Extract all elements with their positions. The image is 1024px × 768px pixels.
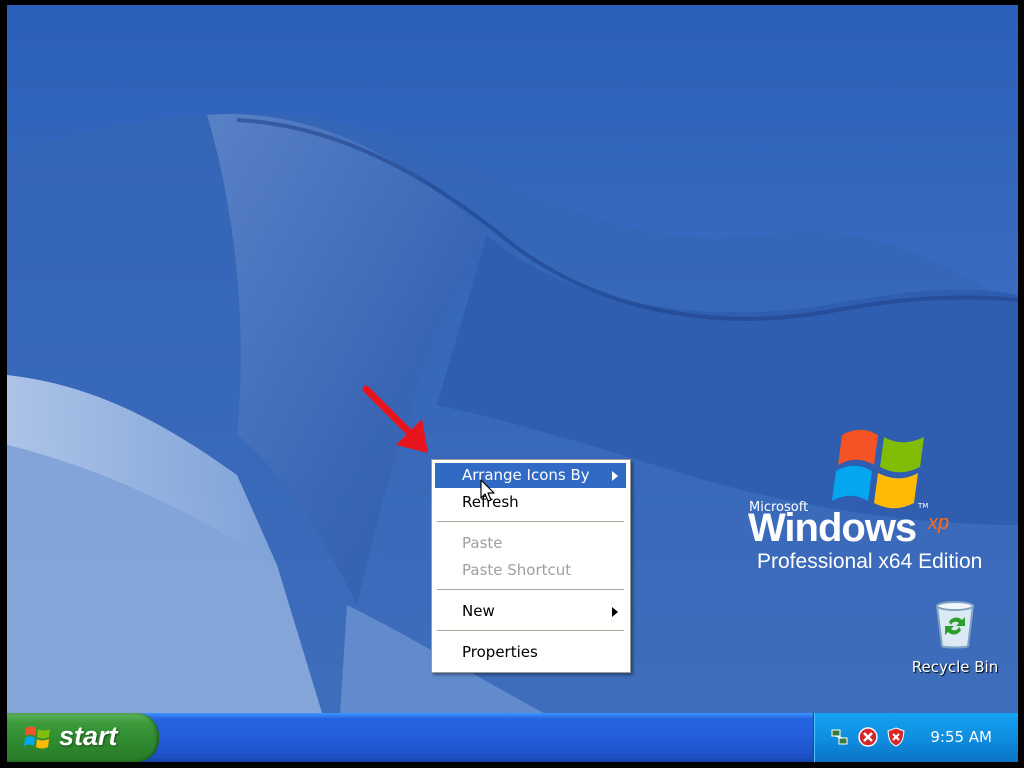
recycle-bin-icon bbox=[935, 601, 975, 649]
menu-item-label: Paste bbox=[462, 534, 503, 552]
menu-item-new[interactable]: New bbox=[435, 599, 626, 624]
security-center-shield-icon[interactable] bbox=[886, 727, 906, 747]
windows-flag-logo-icon bbox=[832, 429, 924, 509]
start-button[interactable]: start bbox=[7, 713, 159, 762]
desktop[interactable]: Microsoft Windows TM xp Professional x64… bbox=[7, 5, 1018, 762]
menu-item-properties[interactable]: Properties bbox=[435, 640, 626, 665]
clock[interactable]: 9:55 AM bbox=[930, 728, 992, 746]
logo-edition: Professional x64 Edition bbox=[757, 550, 983, 573]
annotation-arrow-icon bbox=[362, 385, 428, 453]
logo-version: xp bbox=[928, 512, 950, 534]
mouse-pointer-icon bbox=[480, 479, 495, 502]
menu-separator bbox=[437, 589, 624, 590]
desktop-context-menu: Arrange Icons By Refresh Paste Paste Sho… bbox=[431, 459, 631, 673]
menu-item-label: New bbox=[462, 602, 495, 620]
recycle-bin-desktop-icon[interactable]: Recycle Bin bbox=[907, 600, 1003, 676]
recycle-bin-label: Recycle Bin bbox=[911, 658, 999, 676]
security-alert-icon[interactable] bbox=[858, 727, 878, 747]
logo-product: Windows bbox=[748, 506, 917, 550]
windows-flag-icon bbox=[24, 726, 50, 749]
logo-trademark: TM bbox=[918, 502, 929, 510]
menu-item-label: Paste Shortcut bbox=[462, 561, 572, 579]
menu-item-arrange-icons-by[interactable]: Arrange Icons By bbox=[435, 463, 626, 488]
menu-item-paste[interactable]: Paste bbox=[435, 531, 626, 556]
menu-separator bbox=[437, 630, 624, 631]
menu-separator bbox=[437, 521, 624, 522]
taskbar: start 9:55 AM bbox=[7, 713, 1018, 762]
system-tray: 9:55 AM bbox=[813, 713, 1018, 762]
menu-item-refresh[interactable]: Refresh bbox=[435, 490, 626, 515]
menu-item-paste-shortcut[interactable]: Paste Shortcut bbox=[435, 558, 626, 583]
network-icon[interactable] bbox=[830, 727, 850, 747]
submenu-arrow-icon bbox=[612, 607, 618, 617]
submenu-arrow-icon bbox=[612, 471, 618, 481]
start-label: start bbox=[59, 721, 118, 751]
menu-item-label: Properties bbox=[462, 643, 538, 661]
